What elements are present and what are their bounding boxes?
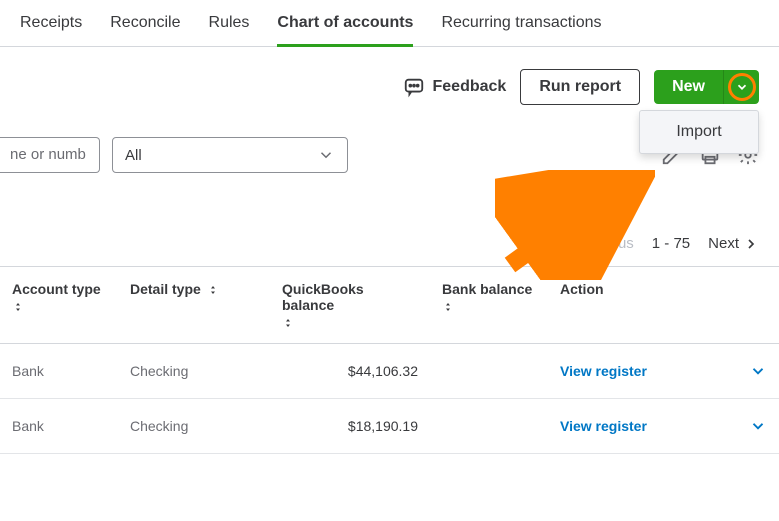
nav-tabs: Receipts Reconcile Rules Chart of accoun… <box>0 0 779 47</box>
tab-receipts[interactable]: Receipts <box>20 14 82 46</box>
col-label: Bank balance <box>442 281 532 297</box>
sort-icon <box>442 301 454 313</box>
table-row: Bank Checking $18,190.19 View register <box>0 399 779 454</box>
new-dropdown-menu: Import <box>639 110 759 154</box>
new-button[interactable]: New <box>654 70 723 104</box>
col-label: Detail type <box>130 281 201 297</box>
filters-left: ne or numb All <box>0 137 348 173</box>
sort-icon <box>282 317 294 329</box>
highlight-ring <box>728 73 756 101</box>
view-register-link[interactable]: View register <box>560 418 647 434</box>
toolbar: Feedback Run report New Import <box>0 47 779 105</box>
search-input[interactable]: ne or numb <box>0 137 100 173</box>
tab-reconcile[interactable]: Reconcile <box>110 14 180 46</box>
pager-previous-label: Previous <box>575 235 633 252</box>
chevron-right-icon <box>743 236 759 252</box>
cell-action: View register <box>548 344 779 399</box>
chevron-down-icon <box>735 80 749 94</box>
col-label: Account type <box>12 281 101 297</box>
table-header-row: Account type Detail type QuickBooks bala… <box>0 267 779 344</box>
view-register-link[interactable]: View register <box>560 363 647 379</box>
run-report-button[interactable]: Run report <box>520 69 640 105</box>
col-bank-balance[interactable]: Bank balance <box>430 267 548 344</box>
filter-select-label: All <box>125 147 142 164</box>
tab-chart-of-accounts[interactable]: Chart of accounts <box>277 14 413 46</box>
cell-detail-type: Checking <box>118 344 270 399</box>
message-icon <box>403 76 425 98</box>
pager-previous[interactable]: Previous <box>555 235 633 252</box>
cell-bank-balance <box>430 399 548 454</box>
cell-qb-balance: $44,106.32 <box>270 344 430 399</box>
filter-select-all[interactable]: All <box>112 137 348 173</box>
col-label: QuickBooks balance <box>282 281 364 313</box>
col-account-type[interactable]: Account type <box>0 267 118 344</box>
tab-rules[interactable]: Rules <box>209 14 250 46</box>
tab-recurring-transactions[interactable]: Recurring transactions <box>441 14 601 46</box>
chevron-down-icon[interactable] <box>749 417 767 435</box>
dropdown-item-import[interactable]: Import <box>640 111 758 153</box>
new-split-button: New Import <box>654 70 759 104</box>
pager: Previous 1 - 75 Next <box>0 173 779 252</box>
chevron-left-icon <box>555 236 571 252</box>
cell-action: View register <box>548 399 779 454</box>
pager-next-label: Next <box>708 235 739 252</box>
cell-account-type: Bank <box>0 344 118 399</box>
feedback-button[interactable]: Feedback <box>403 76 507 98</box>
cell-account-type: Bank <box>0 399 118 454</box>
feedback-label: Feedback <box>433 78 507 96</box>
chevron-down-icon <box>317 146 335 164</box>
col-action: Action <box>548 267 779 344</box>
chevron-down-icon[interactable] <box>749 362 767 380</box>
new-dropdown-caret[interactable]: Import <box>723 70 759 104</box>
col-label: Action <box>560 281 604 297</box>
table-row: Bank Checking $44,106.32 View register <box>0 344 779 399</box>
sort-icon <box>12 301 24 313</box>
sort-icon <box>207 284 219 296</box>
cell-detail-type: Checking <box>118 399 270 454</box>
accounts-table: Account type Detail type QuickBooks bala… <box>0 266 779 454</box>
pager-range: 1 - 75 <box>652 235 690 252</box>
col-qb-balance[interactable]: QuickBooks balance <box>270 267 430 344</box>
pager-next[interactable]: Next <box>708 235 759 252</box>
cell-qb-balance: $18,190.19 <box>270 399 430 454</box>
col-detail-type[interactable]: Detail type <box>118 267 270 344</box>
cell-bank-balance <box>430 344 548 399</box>
